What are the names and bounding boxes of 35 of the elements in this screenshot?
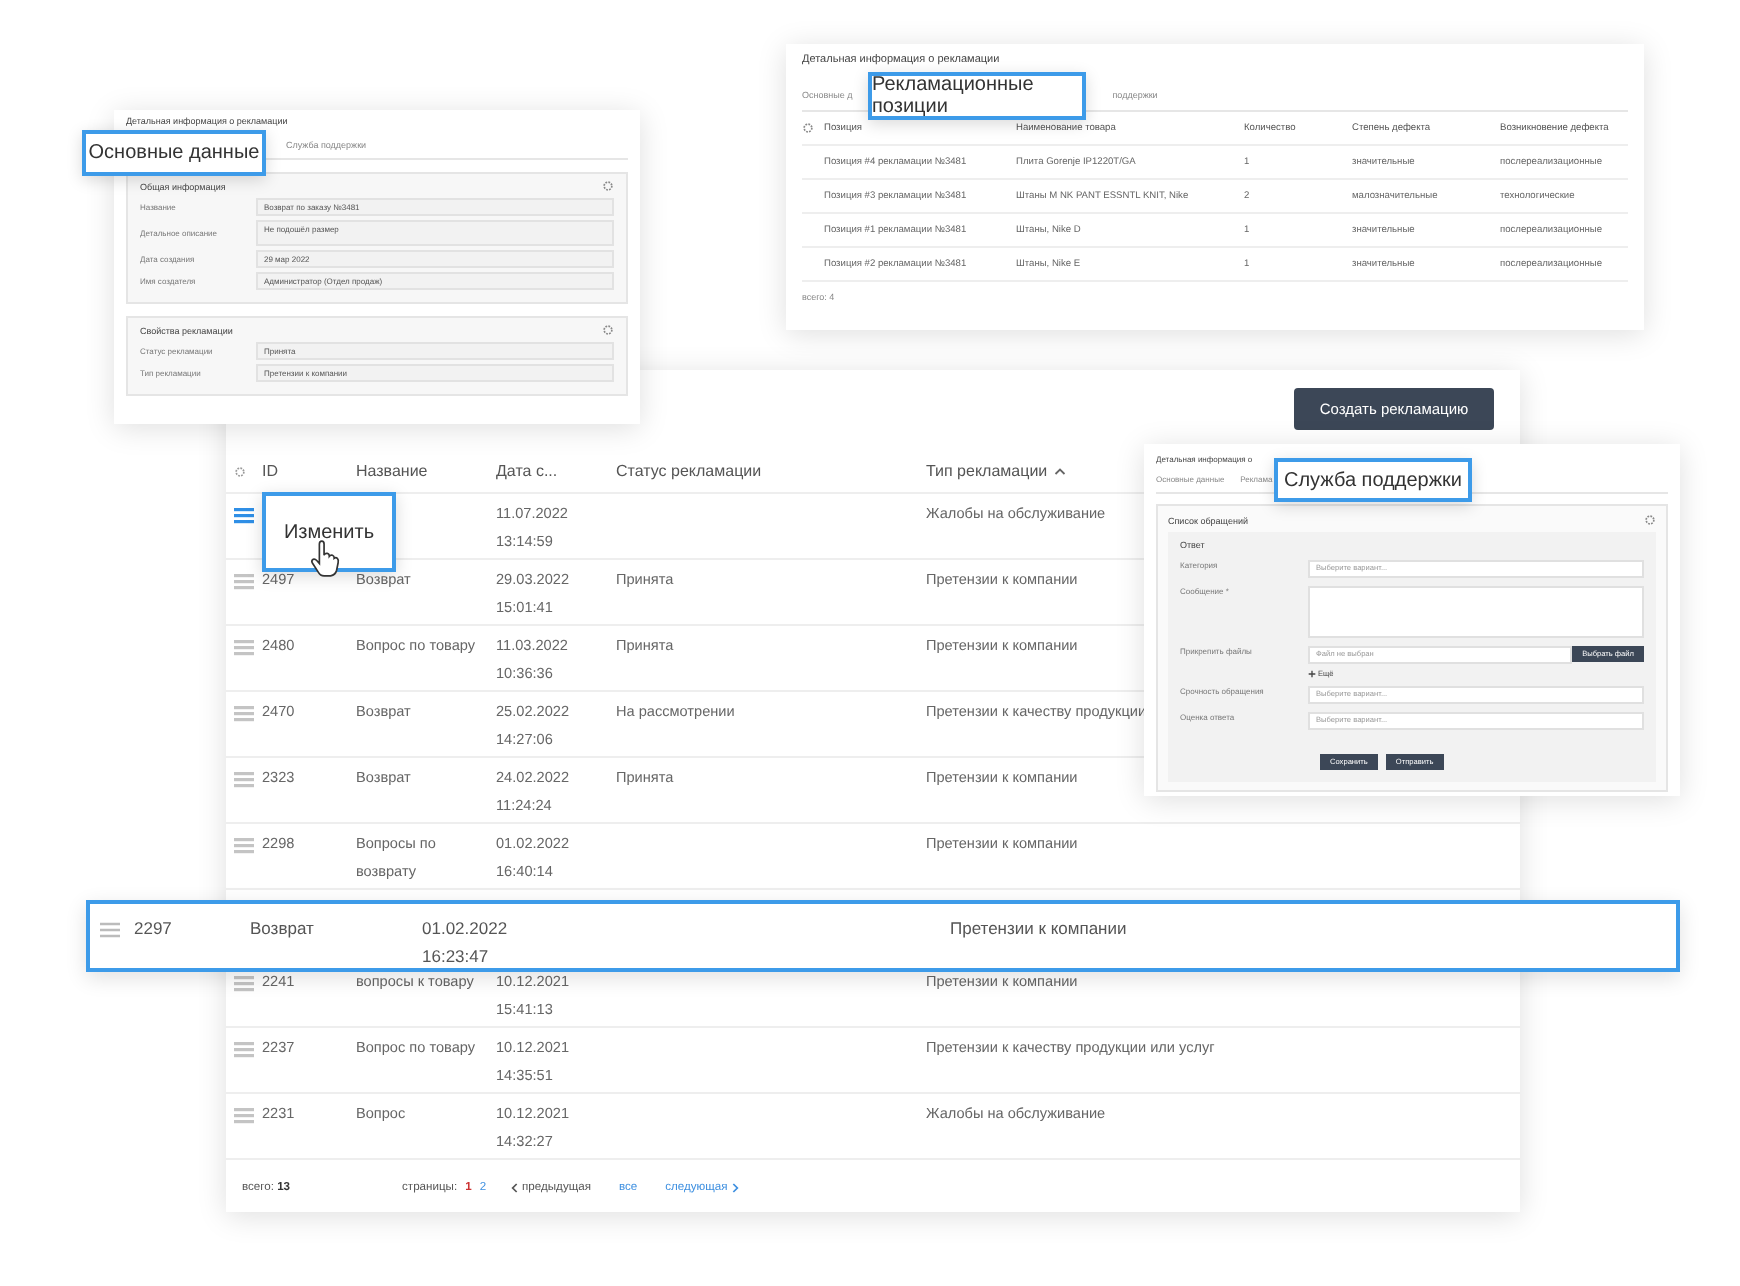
settings-icon[interactable] — [234, 465, 246, 477]
edit-tooltip[interactable]: Изменить — [262, 492, 396, 572]
menu-icon[interactable] — [100, 922, 120, 938]
menu-icon[interactable] — [234, 706, 254, 722]
menu-icon[interactable] — [234, 574, 254, 590]
row-name: Возврат — [250, 916, 316, 942]
menu-icon[interactable] — [234, 640, 254, 656]
row-type: Претензии к компании — [950, 916, 1129, 942]
column-header[interactable]: Название — [356, 457, 496, 485]
menu-icon[interactable] — [234, 976, 254, 992]
tab-callout[interactable]: Рекламационные позиции — [868, 72, 1086, 120]
chevron-right-icon — [731, 1182, 740, 1194]
menu-icon[interactable] — [234, 772, 254, 788]
chevron-left-icon — [510, 1182, 519, 1194]
menu-icon[interactable] — [234, 1042, 254, 1058]
settings-icon[interactable] — [602, 324, 614, 336]
menu-icon[interactable] — [234, 508, 254, 524]
row-id: 2297 — [134, 916, 174, 942]
sort-icon — [1053, 466, 1066, 476]
plus-icon — [1308, 670, 1316, 678]
hand-cursor-icon — [310, 540, 340, 578]
settings-icon[interactable] — [602, 180, 614, 192]
column-header[interactable]: Статус рекламации — [616, 457, 926, 485]
column-header[interactable]: Дата с... — [496, 457, 616, 485]
settings-icon[interactable] — [1644, 514, 1656, 526]
menu-icon[interactable] — [234, 838, 254, 854]
message-field[interactable] — [1308, 586, 1644, 638]
column-header[interactable]: Тип рекламации — [926, 457, 1066, 485]
tab-callout[interactable]: Основные данные — [82, 130, 266, 176]
column-header[interactable]: ID — [262, 457, 356, 485]
menu-icon[interactable] — [234, 1108, 254, 1124]
highlighted-row[interactable]: 2297 Возврат 01.02.2022 16:23:47 Претензии к компании — [86, 900, 1680, 972]
settings-icon[interactable] — [802, 122, 814, 134]
row-date: 01.02.2022 16:23:47 — [422, 916, 510, 970]
tab-callout[interactable]: Служба поддержки — [1274, 458, 1472, 502]
